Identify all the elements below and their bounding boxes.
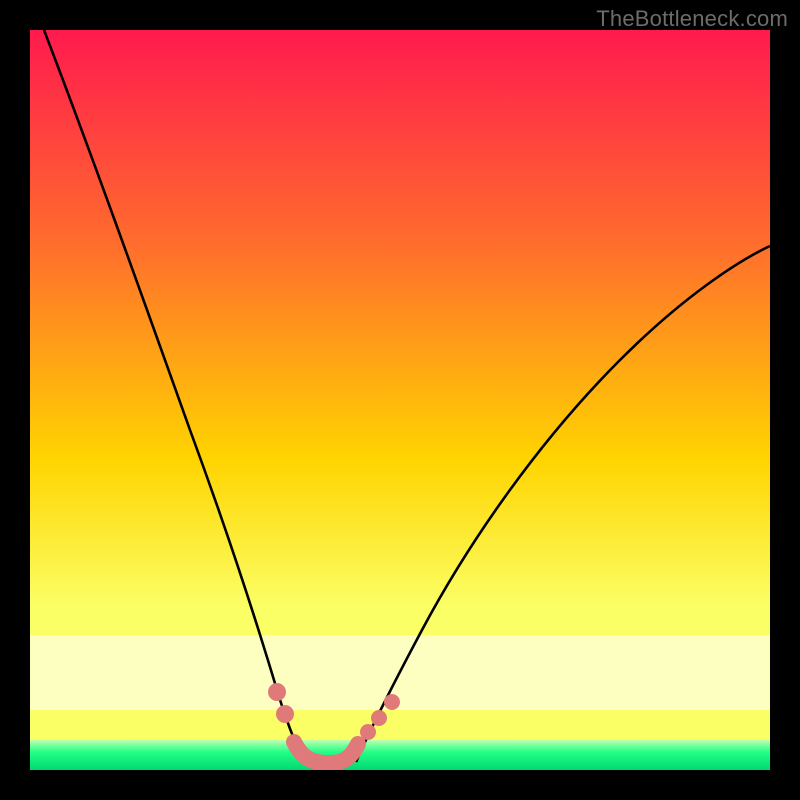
marker-right-1 — [360, 724, 376, 740]
outer-frame: TheBottleneck.com — [0, 0, 800, 800]
marker-right-3 — [384, 694, 400, 710]
marker-right-2 — [371, 710, 387, 726]
plot-area — [30, 30, 770, 770]
left-descending-curve — [44, 30, 304, 762]
marker-left-lower — [276, 705, 294, 723]
watermark-text: TheBottleneck.com — [596, 6, 788, 32]
curve-layer — [30, 30, 770, 770]
marker-left-upper — [268, 683, 286, 701]
valley-marker-tube — [294, 742, 358, 763]
right-ascending-curve — [356, 246, 770, 762]
